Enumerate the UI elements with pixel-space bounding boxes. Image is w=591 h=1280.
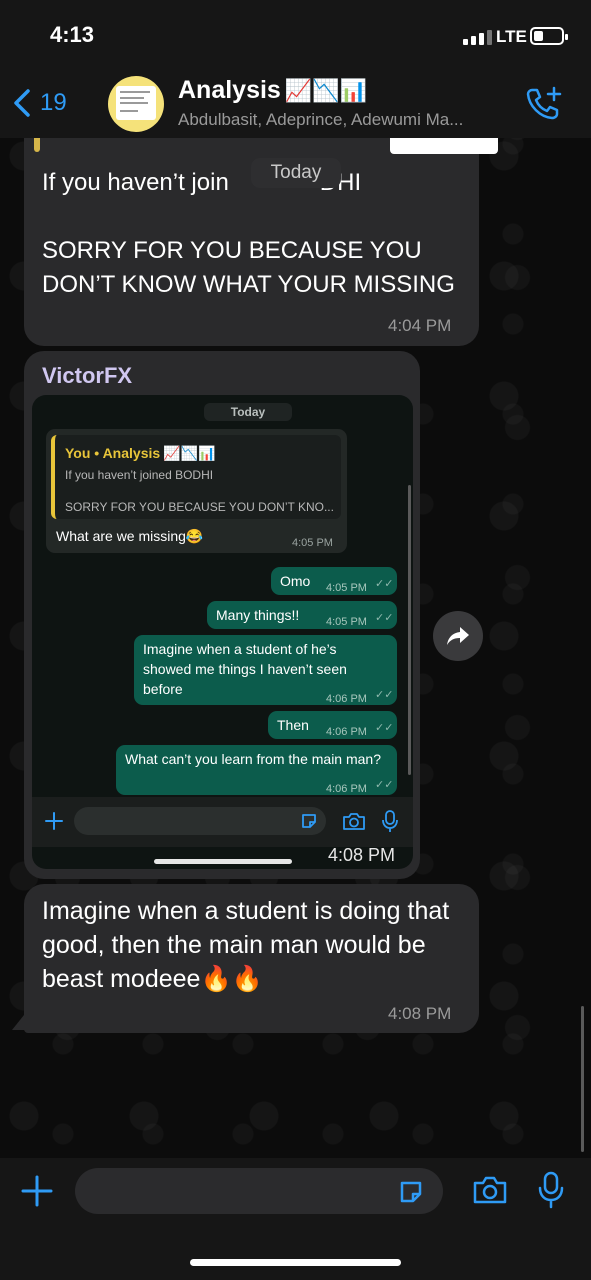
quote-emojis: 📈📉📊	[163, 446, 216, 462]
mini-input	[74, 807, 326, 835]
quote-bar	[34, 138, 40, 152]
message-text: If you haven’t join DHI SORRY FOR YOU BEC…	[42, 169, 455, 298]
outgoing-bubble: Imagine when a student of he’s showed me…	[134, 635, 397, 705]
message-time: 4:08 PM	[388, 1004, 452, 1023]
scrollbar	[408, 485, 411, 775]
back-button[interactable]: 19	[12, 88, 67, 118]
image-preview[interactable]	[390, 138, 498, 154]
group-name: Analysis	[178, 76, 281, 104]
network-label: LTE	[496, 27, 527, 46]
bubble-tail	[12, 1010, 28, 1030]
group-avatar[interactable]	[108, 76, 164, 132]
group-emojis: 📈📉📊	[284, 79, 368, 104]
outgoing-bubble: What can’t you learn from the main man? …	[116, 745, 397, 795]
forward-icon	[447, 627, 469, 645]
quote-line: SORRY FOR YOU BECAUSE YOU DON’T KNO...	[65, 500, 334, 514]
read-receipt-icon: ✓✓	[375, 578, 394, 590]
chat-header: 19 Analysis 📈📉📊 Abdulbasit, Adeprince, Ad…	[0, 70, 591, 138]
quoted-message: You • Analysis 📈📉📊 If you haven’t joined …	[51, 435, 341, 519]
group-title[interactable]: Analysis 📈📉📊	[178, 76, 367, 105]
reply-text: What are we missing😂	[56, 528, 204, 544]
screenshot-image[interactable]: Today You • Analysis 📈📉📊 If you haven’t j…	[32, 395, 413, 869]
message-bubble[interactable]: VictorFX Today You • Analysis 📈📉📊 If you …	[24, 351, 420, 879]
message-text: Imagine when a student is doing that goo…	[42, 897, 450, 993]
unread-count: 19	[40, 89, 67, 116]
date-separator: Today	[251, 158, 341, 188]
group-members[interactable]: Abdulbasit, Adeprince, Adewumi Ma...	[178, 110, 463, 130]
add-call-button[interactable]	[524, 84, 564, 129]
quote-line: If you haven’t joined BODHI	[65, 468, 214, 482]
outgoing-bubble: Then 4:06 PM ✓✓	[268, 711, 397, 739]
phone-plus-icon	[526, 86, 562, 120]
home-indicator	[190, 1259, 401, 1266]
outgoing-bubble: Many things!! 4:05 PM ✓✓	[207, 601, 397, 629]
outgoing-bubble: Omo 4:05 PM ✓✓	[271, 567, 397, 595]
read-receipt-icon: ✓✓	[375, 612, 394, 624]
mini-composer	[32, 797, 413, 847]
attach-plus-icon[interactable]	[20, 1174, 54, 1208]
sender-name[interactable]: VictorFX	[42, 363, 132, 389]
status-bar: 4:13 LTE	[0, 0, 591, 70]
reply-time: 4:05 PM	[292, 537, 333, 549]
message-input[interactable]	[75, 1168, 443, 1214]
camera-icon[interactable]	[472, 1174, 508, 1206]
read-receipt-icon: ✓✓	[375, 722, 394, 734]
home-indicator	[154, 859, 292, 864]
read-receipt-icon: ✓✓	[375, 779, 394, 791]
clock: 4:13	[50, 22, 95, 47]
chevron-left-icon	[14, 89, 30, 117]
message-time: 4:08 PM	[328, 845, 396, 865]
quote-title: You • Analysis	[65, 445, 161, 461]
sticker-icon[interactable]	[397, 1178, 425, 1206]
read-receipt-icon: ✓✓	[375, 689, 394, 701]
date-separator: Today	[204, 403, 292, 421]
sticker-icon	[302, 814, 316, 828]
battery-icon	[530, 27, 568, 45]
camera-icon	[343, 813, 365, 830]
signal-icon	[463, 30, 492, 45]
scrollbar[interactable]	[581, 1006, 584, 1152]
forward-button[interactable]	[433, 611, 483, 661]
microphone-icon	[382, 810, 398, 832]
reply-bubble: You • Analysis 📈📉📊 If you haven’t joined …	[46, 429, 347, 553]
message-time: 4:04 PM	[388, 316, 452, 335]
message-bubble[interactable]: Imagine when a student is doing that goo…	[24, 884, 479, 1033]
plus-icon	[45, 812, 63, 830]
microphone-icon[interactable]	[538, 1170, 564, 1210]
